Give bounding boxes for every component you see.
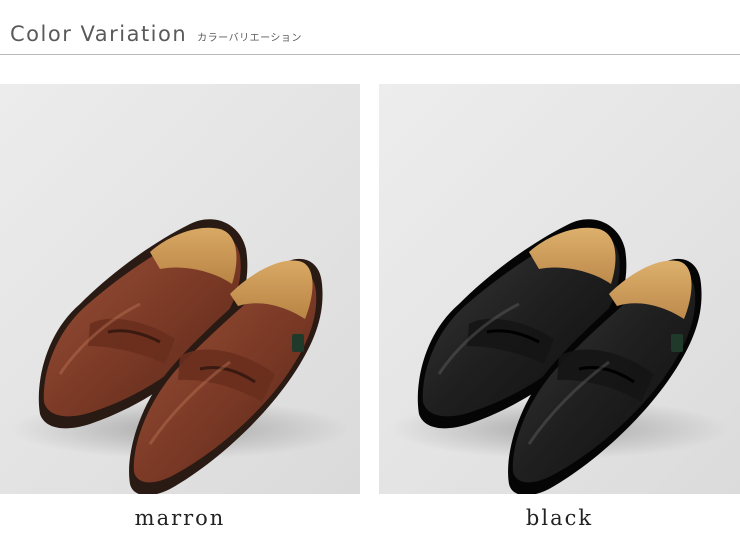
section-subtitle: カラーバリエーション — [197, 33, 302, 44]
variation-photo-marron — [0, 84, 360, 494]
section-title: Color Variation — [10, 22, 188, 46]
variation-photo-black — [379, 84, 740, 494]
variation-label-marron: marron — [134, 506, 226, 530]
loafers-marron-image — [10, 219, 350, 494]
variation-label-black: black — [525, 506, 594, 530]
header-divider — [0, 54, 740, 55]
loafers-black-image — [389, 219, 729, 494]
section-header: Color Variation カラーバリエーション — [10, 22, 302, 50]
